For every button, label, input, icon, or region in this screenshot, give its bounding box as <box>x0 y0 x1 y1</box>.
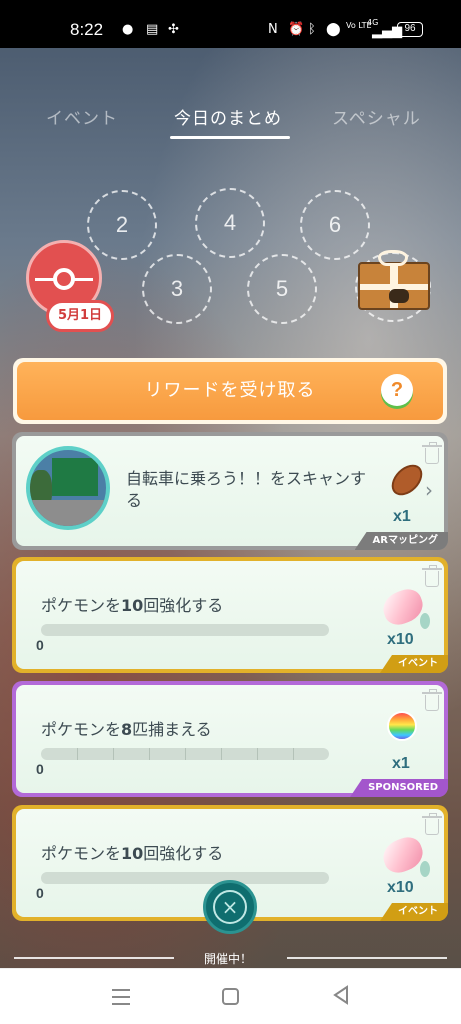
trash-icon[interactable] <box>422 565 442 587</box>
streak-day-2: 2 <box>87 190 157 260</box>
candy-leaf-icon <box>420 613 430 629</box>
system-nav-bar <box>0 968 461 1024</box>
reward-quantity: x10 <box>387 879 414 896</box>
tab-today-summary[interactable]: 今日のまとめ <box>174 104 282 129</box>
tab-special[interactable]: スペシャル <box>332 104 421 129</box>
task-card-scan[interactable]: 自転車に乗ろう！！をスキャンする › x1 ARマッピング <box>12 432 448 550</box>
progress-count: 0 <box>36 637 44 653</box>
task-title: ポケモンを8匹捕まえる <box>41 720 212 739</box>
rainbow-ball-icon <box>387 711 417 741</box>
line-app-icon: ● <box>122 22 134 37</box>
task-title: ポケモンを10回強化する <box>41 844 224 863</box>
close-button[interactable]: × <box>203 880 257 934</box>
tab-event[interactable]: イベント <box>46 104 118 129</box>
reward-quantity: x1 <box>393 508 411 525</box>
task-tag: SPONSORED <box>350 779 448 797</box>
battery-icon: 96 <box>397 22 423 37</box>
reward-quantity: x1 <box>392 755 410 772</box>
date-badge: 5月1日 <box>46 300 114 332</box>
bluetooth-icon: ᛒ <box>308 22 316 37</box>
gift-box-icon <box>358 262 430 310</box>
recent-apps-icon[interactable] <box>112 989 130 1005</box>
streak-day-6: 6 <box>300 190 370 260</box>
task-title: 自転車に乗ろう！！をスキャンする <box>126 469 367 510</box>
tab-bar: イベント 今日のまとめ スペシャル <box>0 96 461 146</box>
ongoing-label: 開催中！ <box>204 952 253 966</box>
progress-count: 0 <box>36 885 44 901</box>
progress-bar <box>41 624 329 636</box>
reward-quantity: x10 <box>387 631 414 648</box>
task-tag: イベント <box>380 903 448 921</box>
help-icon[interactable]: ? <box>381 374 413 406</box>
task-title: ポケモンを10回強化する <box>41 596 224 615</box>
trash-icon[interactable] <box>422 813 442 835</box>
gift-bow-icon <box>378 250 408 266</box>
home-icon[interactable] <box>222 988 239 1005</box>
progress-bar <box>41 872 329 884</box>
back-icon[interactable] <box>333 985 349 1005</box>
alarm-icon: ⏰ <box>288 22 305 37</box>
scan-photo <box>26 446 110 530</box>
task-tag: イベント <box>380 655 448 673</box>
task-card-catch[interactable]: ポケモンを8匹捕まえる 0 x1 SPONSORED <box>12 681 448 797</box>
progress-count: 0 <box>36 761 44 777</box>
status-time: 8:22 <box>70 20 104 39</box>
close-icon: × <box>213 890 247 924</box>
task-tag: ARマッピング <box>354 532 448 550</box>
location-icon: ⬤ <box>326 22 341 37</box>
progress-bar <box>41 748 329 760</box>
trash-icon[interactable] <box>422 689 442 711</box>
streak-day-5: 5 <box>247 254 317 324</box>
task-card-power-up[interactable]: ポケモンを10回強化する 0 x10 イベント <box>12 557 448 673</box>
candy-leaf-icon <box>420 861 430 877</box>
active-tab-indicator <box>170 136 290 139</box>
streak-day-4: 4 <box>195 188 265 258</box>
app-icon: ✣ <box>168 22 179 37</box>
trash-icon[interactable] <box>422 442 442 464</box>
ongoing-strip: 開催中！ <box>0 940 461 968</box>
status-bar: 8:22 ● ▤ ✣ N ⏰ ᛒ ⬤ Vo LTE 4G ▂▄▆ 96 <box>0 0 461 48</box>
chevron-right-icon[interactable]: › <box>425 478 433 502</box>
news-icon: ▤ <box>146 22 159 37</box>
claim-reward-label: リワードを受け取る <box>17 362 443 420</box>
nfc-icon: N <box>268 22 278 37</box>
streak-day-3: 3 <box>142 254 212 324</box>
